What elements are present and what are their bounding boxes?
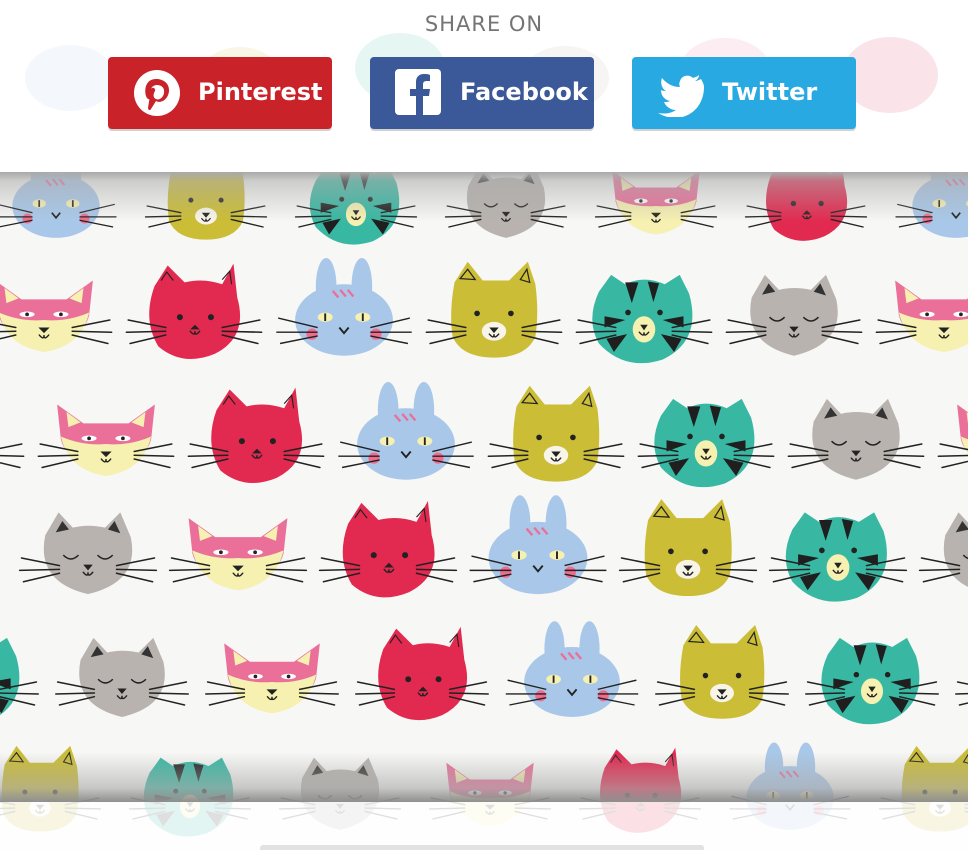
twitter-label: Twitter <box>722 78 818 106</box>
cat-face-gray <box>0 443 25 469</box>
share-header: SHARE ON Pinterest Facebook Twitter <box>0 0 968 172</box>
cat-face-red <box>744 172 868 241</box>
cat-face-blue <box>0 172 117 238</box>
cat-face-teal <box>0 637 39 715</box>
twitter-bird-icon <box>658 75 704 117</box>
cat-face-red <box>318 501 458 598</box>
facebook-label: Facebook <box>460 78 588 106</box>
facebook-share-button[interactable]: Facebook <box>370 57 594 129</box>
cat-faces-pattern <box>0 172 968 837</box>
facebook-logo-icon <box>395 69 441 115</box>
cat-face-teal <box>768 512 908 602</box>
cat-face-teal <box>294 172 418 245</box>
bottom-scroll-indicator[interactable] <box>260 845 704 850</box>
cat-face-red <box>578 747 702 833</box>
cat-face-yellow <box>487 385 625 482</box>
pinterest-share-button[interactable]: Pinterest <box>108 57 332 129</box>
cat-face-fox <box>168 518 308 591</box>
cat-face-blue <box>729 742 851 830</box>
cat-face-blue <box>338 381 474 480</box>
cat-face-red <box>187 387 325 483</box>
cat-face-blue <box>505 621 639 717</box>
cat-face-gray <box>787 398 925 480</box>
cat-face-yellow <box>425 261 563 358</box>
cat-face-gray <box>278 757 402 830</box>
cat-face-yellow <box>144 172 268 240</box>
cat-face-red <box>125 263 263 359</box>
cat-face-fox <box>875 280 968 352</box>
cat-face-gray <box>918 512 968 587</box>
twitter-share-button[interactable]: Twitter <box>632 57 856 129</box>
cat-face-teal <box>128 757 252 837</box>
cat-face-fox <box>37 404 175 476</box>
cat-face-gray <box>444 172 568 238</box>
cat-face-fox <box>0 280 113 352</box>
cat-face-teal <box>575 274 713 364</box>
cat-face-fox <box>205 643 339 714</box>
cat-face-gray <box>955 681 968 706</box>
cat-face-gray <box>18 512 158 595</box>
cat-face-blue <box>276 257 412 356</box>
cat-face-yellow <box>0 745 102 832</box>
pinterest-logo-icon <box>134 70 180 116</box>
cat-face-teal <box>805 637 939 725</box>
cat-face-fox <box>937 404 968 469</box>
cat-face-red <box>355 626 489 721</box>
cat-face-yellow <box>655 624 789 719</box>
cat-pattern-preview <box>0 172 968 850</box>
share-on-title: SHARE ON <box>424 12 544 36</box>
pinterest-label: Pinterest <box>198 78 323 106</box>
cat-face-yellow <box>618 499 758 596</box>
cat-face-blue <box>895 172 968 238</box>
cat-face-teal <box>637 398 775 488</box>
cat-face-fox <box>428 762 552 827</box>
cat-face-blue <box>469 495 607 595</box>
cat-face-fox <box>594 172 718 235</box>
cat-face-gray <box>725 274 863 356</box>
share-buttons: Pinterest Facebook Twitter <box>108 57 858 129</box>
cat-face-yellow <box>878 745 968 832</box>
cat-face-gray <box>55 637 189 717</box>
